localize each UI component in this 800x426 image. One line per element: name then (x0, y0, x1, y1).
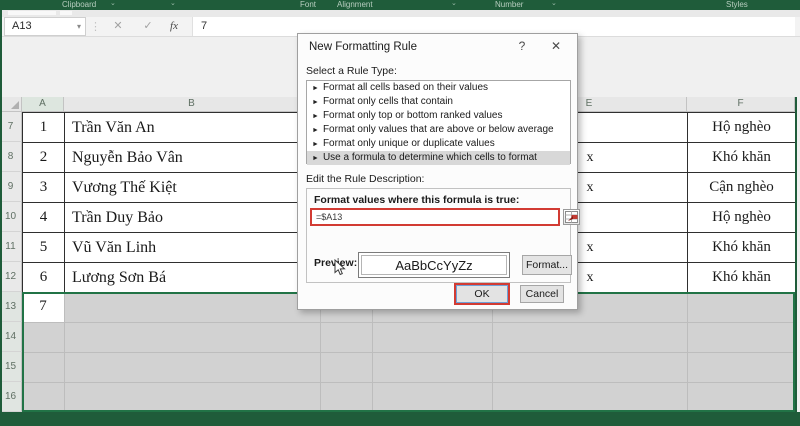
cell-b7[interactable]: Trần Văn An (65, 113, 321, 143)
selected-range[interactable]: 7 (22, 292, 795, 412)
ribbon-group-alignment[interactable]: Alignment (337, 0, 373, 10)
cell-b12[interactable]: Lương Sơn Bá (65, 263, 321, 293)
new-formatting-rule-dialog: New Formatting Rule ? ✕ Select a Rule Ty… (297, 33, 578, 310)
gridline (22, 382, 795, 383)
dialog-title: New Formatting Rule (309, 41, 417, 53)
cell-f8[interactable]: Khó khăn (688, 143, 796, 173)
cell-b11[interactable]: Vũ Văn Linh (65, 233, 321, 263)
select-all-triangle-icon (11, 101, 19, 109)
cell-b10[interactable]: Trần Duy Bảo (65, 203, 321, 233)
chevron-down-icon[interactable]: ⌄ (551, 0, 557, 9)
cancel-button[interactable]: Cancel (520, 285, 564, 303)
row-header-14[interactable]: 14 (0, 322, 22, 352)
formula-input[interactable]: =$A13 (312, 210, 558, 224)
rule-type-label: Use a formula to determine which cells t… (323, 152, 537, 163)
cell-f7[interactable]: Hộ nghèo (688, 113, 796, 143)
row-header-15[interactable]: 15 (0, 352, 22, 382)
chevron-down-icon[interactable]: ⌄ (170, 0, 176, 9)
ribbon-button-remnant (8, 11, 56, 15)
separator-dots-icon: ⋮ (90, 18, 101, 36)
formula-input-highlight: =$A13 (310, 208, 560, 226)
gridline (22, 352, 795, 353)
ok-button-highlight: OK (454, 283, 510, 305)
rule-item-arrow-icon: ► (312, 113, 319, 120)
gridline (22, 322, 795, 323)
cell-f11[interactable]: Khó khăn (688, 233, 796, 263)
active-cell-a13[interactable]: 7 (22, 292, 64, 322)
name-box[interactable]: A13 ▾ (4, 17, 86, 36)
cell-f9[interactable]: Cận nghèo (688, 173, 796, 203)
range-selector-button[interactable] (563, 209, 580, 225)
enter-formula-icon[interactable]: ✓ (138, 17, 158, 36)
ribbon-bottom-strip: Clipboard ⌄ Font ⌄ Alignment ⌄ Number ⌄ … (0, 0, 800, 10)
mouse-cursor-icon (334, 259, 346, 276)
row-header-7[interactable]: 7 (0, 112, 22, 142)
cell-a12[interactable]: 6 (23, 263, 65, 293)
ribbon-button-remnant (60, 11, 72, 15)
column-header-f[interactable]: F (687, 97, 795, 112)
row-header-13[interactable]: 13 (0, 292, 22, 322)
rule-type-label: Format only unique or duplicate values (323, 138, 495, 149)
name-box-dropdown-icon[interactable]: ▾ (77, 18, 81, 35)
formula-prompt-label: Format values where this formula is true… (314, 194, 519, 206)
format-button[interactable]: Format... (522, 255, 572, 275)
rule-type-label: Format only values that are above or bel… (323, 124, 554, 135)
rule-item-arrow-icon: ► (312, 99, 319, 106)
cell-f10[interactable]: Hộ nghèo (688, 203, 796, 233)
help-icon[interactable]: ? (514, 39, 530, 53)
cell-a11[interactable]: 5 (23, 233, 65, 263)
range-selector-icon (564, 210, 579, 224)
excel-window: Clipboard ⌄ Font ⌄ Alignment ⌄ Number ⌄ … (0, 0, 800, 426)
ok-button[interactable]: OK (456, 285, 508, 303)
cancel-formula-icon[interactable]: ✕ (108, 17, 128, 36)
rule-type-option[interactable]: ► Format all cells based on their values (307, 81, 570, 95)
rule-type-option[interactable]: ► Format only top or bottom ranked values (307, 109, 570, 123)
rule-type-option[interactable]: ► Format only cells that contain (307, 95, 570, 109)
edit-rule-description-label: Edit the Rule Description: (306, 173, 424, 185)
chevron-down-icon[interactable]: ⌄ (451, 0, 457, 9)
select-rule-type-label: Select a Rule Type: (306, 65, 397, 77)
ribbon-group-number[interactable]: Number (495, 0, 523, 10)
cell-a7[interactable]: 1 (23, 113, 65, 143)
rule-item-arrow-icon: ► (312, 141, 319, 148)
cell-b8[interactable]: Nguyễn Bảo Vân (65, 143, 321, 173)
select-all-corner[interactable] (0, 97, 22, 112)
column-header-b[interactable]: B (64, 97, 320, 112)
ribbon-edge-strip (0, 10, 800, 17)
row-header-16[interactable]: 16 (0, 382, 22, 412)
rule-item-arrow-icon: ► (312, 127, 319, 134)
cell-b9[interactable]: Vương Thế Kiệt (65, 173, 321, 203)
chevron-down-icon[interactable]: ⌄ (110, 0, 116, 9)
sheet-right-edge (795, 97, 797, 426)
rule-type-label: Format only cells that contain (323, 96, 453, 107)
row-header-10[interactable]: 10 (0, 202, 22, 232)
cell-a8[interactable]: 2 (23, 143, 65, 173)
rule-type-label: Format only top or bottom ranked values (323, 110, 503, 121)
rule-type-option[interactable]: ► Format only values that are above or be… (307, 123, 570, 137)
ribbon-group-styles[interactable]: Styles (726, 0, 748, 10)
name-box-value: A13 (12, 20, 32, 32)
format-preview: AaBbCcYyZz (358, 252, 510, 278)
rule-item-arrow-icon: ► (312, 155, 319, 162)
close-icon[interactable]: ✕ (548, 39, 564, 53)
cell-f12[interactable]: Khó khăn (688, 263, 796, 293)
ribbon-group-font[interactable]: Font (300, 0, 316, 10)
cell-a10[interactable]: 4 (23, 203, 65, 233)
rule-item-arrow-icon: ► (312, 85, 319, 92)
ribbon-group-clipboard[interactable]: Clipboard (62, 0, 96, 10)
row-header-8[interactable]: 8 (0, 142, 22, 172)
cell-a9[interactable]: 3 (23, 173, 65, 203)
window-bottom-strip (0, 412, 800, 426)
rule-type-option-selected[interactable]: ► Use a formula to determine which cells … (307, 151, 570, 165)
rule-type-option[interactable]: ► Format only unique or duplicate values (307, 137, 570, 151)
row-header-11[interactable]: 11 (0, 232, 22, 262)
column-header-a[interactable]: A (22, 97, 64, 112)
window-left-edge (0, 0, 2, 426)
rule-type-list: ►Format all cells based on their values … (306, 80, 571, 164)
rule-type-label: Format all cells based on their values (323, 82, 488, 93)
insert-function-icon[interactable]: fx (164, 17, 184, 36)
row-header-9[interactable]: 9 (0, 172, 22, 202)
row-header-12[interactable]: 12 (0, 262, 22, 292)
